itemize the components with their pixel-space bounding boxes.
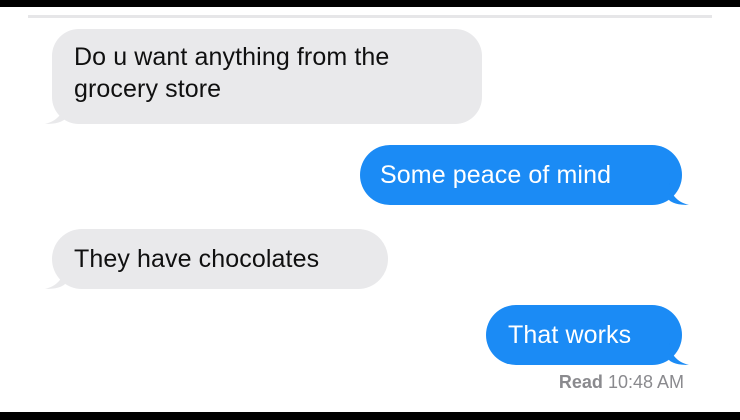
outgoing-message-bubble[interactable]: Some peace of mind <box>360 145 689 205</box>
outgoing-message-bubble[interactable]: That works <box>486 305 689 365</box>
read-receipt-time: 10:48 AM <box>607 372 684 392</box>
message-text: Do u want anything from the grocery stor… <box>74 43 390 103</box>
top-divider <box>28 15 712 18</box>
read-receipt: Read 10:48 AM <box>559 372 684 393</box>
message-thread: Do u want anything from the grocery stor… <box>0 7 740 412</box>
read-receipt-label: Read <box>558 372 603 392</box>
bubble-tail-icon <box>669 183 689 205</box>
bubble-tail-icon <box>45 267 65 289</box>
bubble-tail-icon <box>45 102 65 124</box>
incoming-message-bubble[interactable]: They have chocolates <box>45 229 388 289</box>
message-text: They have chocolates <box>74 245 320 273</box>
message-text: That works <box>508 321 632 349</box>
bubble-tail-icon <box>669 343 689 365</box>
incoming-message-bubble[interactable]: Do u want anything from the grocery stor… <box>45 29 482 124</box>
message-text: Some peace of mind <box>380 161 612 189</box>
